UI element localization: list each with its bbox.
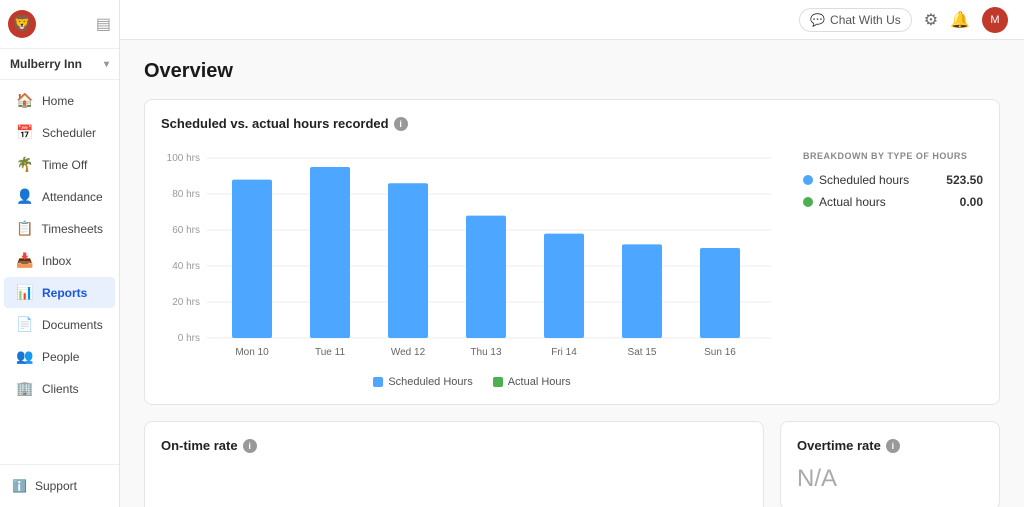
sidebar-item-attendance[interactable]: 👤Attendance <box>4 181 115 212</box>
logo-icon: 🦁 <box>12 14 32 34</box>
chevron-down-icon: ▾ <box>104 59 109 70</box>
sidebar-item-reports[interactable]: 📊Reports <box>4 277 115 308</box>
svg-text:Sun 16: Sun 16 <box>704 347 736 358</box>
sidebar-item-home[interactable]: 🏠Home <box>4 85 115 116</box>
topbar: 💬 Chat With Us ⚙ 🔔 M <box>120 0 1024 40</box>
page-content: Overview Scheduled vs. actual hours reco… <box>120 40 1024 507</box>
donut-chart-area: On time Early Unscheduled Late <box>161 465 747 507</box>
user-avatar[interactable]: M <box>982 7 1008 33</box>
svg-text:60 hrs: 60 hrs <box>172 225 200 236</box>
bar-thu <box>466 216 506 338</box>
svg-text:Thu 13: Thu 13 <box>470 347 502 358</box>
chat-icon: 💬 <box>810 13 825 27</box>
ontime-info-icon[interactable]: i <box>243 439 257 453</box>
overtime-value: N/A <box>797 465 983 493</box>
chart1-title: Scheduled vs. actual hours recorded i <box>161 116 983 131</box>
main-content: 💬 Chat With Us ⚙ 🔔 M Overview Scheduled … <box>120 0 1024 507</box>
chart1-info-icon[interactable]: i <box>394 117 408 131</box>
clients-icon: 🏢 <box>16 380 34 397</box>
legend-actual: Actual Hours <box>493 376 571 388</box>
metrics-column: Overtime rate i N/A Turn-over rate i N/A <box>780 421 1000 507</box>
people-icon: 👥 <box>16 348 34 365</box>
timesheets-icon: 📋 <box>16 220 33 237</box>
bar-chart-main: 100 hrs 80 hrs 60 hrs 40 hrs 20 hrs 0 hr… <box>161 143 783 388</box>
bar-sun <box>700 248 740 338</box>
svg-text:Fri 14: Fri 14 <box>551 347 577 358</box>
sidebar-nav: 🏠Home📅Scheduler🌴Time Off👤Attendance📋Time… <box>0 80 119 464</box>
sidebar-item-documents[interactable]: 📄Documents <box>4 309 115 340</box>
scheduled-legend-dot <box>803 175 813 185</box>
bell-icon[interactable]: 🔔 <box>950 10 970 30</box>
ontime-rate-card: On-time rate i <box>144 421 764 507</box>
svg-text:Wed 12: Wed 12 <box>391 347 426 358</box>
donut-svg: On time Early Unscheduled Late <box>324 475 584 507</box>
svg-text:100 hrs: 100 hrs <box>167 153 200 164</box>
actual-dot <box>493 377 503 387</box>
svg-text:40 hrs: 40 hrs <box>172 261 200 272</box>
actual-label: Actual Hours <box>508 376 571 388</box>
legend-scheduled-hours: Scheduled hours 523.50 <box>803 173 983 187</box>
sidebar-footer-label: Support <box>35 479 77 493</box>
page-title: Overview <box>144 60 1000 83</box>
bar-chart-svg: 100 hrs 80 hrs 60 hrs 40 hrs 20 hrs 0 hr… <box>161 143 783 363</box>
scheduled-hours-card: Scheduled vs. actual hours recorded i 10… <box>144 99 1000 405</box>
sidebar-item-support[interactable]: ℹ️ Support <box>12 473 107 499</box>
time-off-icon: 🌴 <box>16 156 34 173</box>
legend-actual-hours: Actual hours 0.00 <box>803 195 983 209</box>
info-icon: ℹ️ <box>12 479 27 493</box>
ontime-title: On-time rate i <box>161 438 747 453</box>
actual-legend-dot <box>803 197 813 207</box>
chart-bottom-legend: Scheduled Hours Actual Hours <box>161 376 783 388</box>
svg-text:Mon 10: Mon 10 <box>235 347 269 358</box>
bar-wed <box>388 183 428 338</box>
scheduled-label: Scheduled Hours <box>388 376 472 388</box>
sidebar: 🦁 ▤ Mulberry Inn ▾ 🏠Home📅Scheduler🌴Time … <box>0 0 120 507</box>
home-icon: 🏠 <box>16 92 34 109</box>
chat-with-us-button[interactable]: 💬 Chat With Us <box>799 8 912 32</box>
bottom-row: On-time rate i <box>144 421 1000 507</box>
attendance-icon: 👤 <box>16 188 34 205</box>
chat-label: Chat With Us <box>830 13 901 27</box>
overtime-rate-card: Overtime rate i N/A <box>780 421 1000 507</box>
scheduled-dot <box>373 377 383 387</box>
inbox-icon: 📥 <box>16 252 34 269</box>
overtime-info-icon[interactable]: i <box>886 439 900 453</box>
scheduler-icon: 📅 <box>16 124 34 141</box>
chart1-container: 100 hrs 80 hrs 60 hrs 40 hrs 20 hrs 0 hr… <box>161 143 983 388</box>
svg-text:20 hrs: 20 hrs <box>172 297 200 308</box>
bar-fri <box>544 234 584 338</box>
app-logo[interactable]: 🦁 <box>8 10 36 38</box>
breakdown-title: BREAKDOWN BY TYPE OF HOURS <box>803 151 983 161</box>
sidebar-item-clients[interactable]: 🏢Clients <box>4 373 115 404</box>
sidebar-item-time-off[interactable]: 🌴Time Off <box>4 149 115 180</box>
breakdown-panel: BREAKDOWN BY TYPE OF HOURS Scheduled hou… <box>803 143 983 225</box>
bar-sat <box>622 244 662 338</box>
sidebar-footer: ℹ️ Support <box>0 464 119 507</box>
svg-text:Sat 15: Sat 15 <box>628 347 657 358</box>
overtime-title: Overtime rate i <box>797 438 983 453</box>
documents-icon: 📄 <box>16 316 34 333</box>
reports-icon: 📊 <box>16 284 34 301</box>
settings-icon[interactable]: ⚙ <box>924 10 938 30</box>
avatar-initials: M <box>990 14 999 26</box>
sidebar-item-inbox[interactable]: 📥Inbox <box>4 245 115 276</box>
company-selector[interactable]: Mulberry Inn ▾ <box>0 49 119 80</box>
bar-tue <box>310 167 350 338</box>
legend-scheduled: Scheduled Hours <box>373 376 472 388</box>
svg-text:Tue 11: Tue 11 <box>315 347 345 358</box>
svg-text:0 hrs: 0 hrs <box>178 333 200 344</box>
sidebar-toggle-icon[interactable]: ▤ <box>96 14 111 34</box>
sidebar-item-scheduler[interactable]: 📅Scheduler <box>4 117 115 148</box>
sidebar-item-timesheets[interactable]: 📋Timesheets <box>4 213 115 244</box>
sidebar-header: 🦁 ▤ <box>0 0 119 49</box>
company-name: Mulberry Inn <box>10 57 82 71</box>
svg-text:80 hrs: 80 hrs <box>172 189 200 200</box>
sidebar-item-people[interactable]: 👥People <box>4 341 115 372</box>
bar-mon <box>232 180 272 338</box>
